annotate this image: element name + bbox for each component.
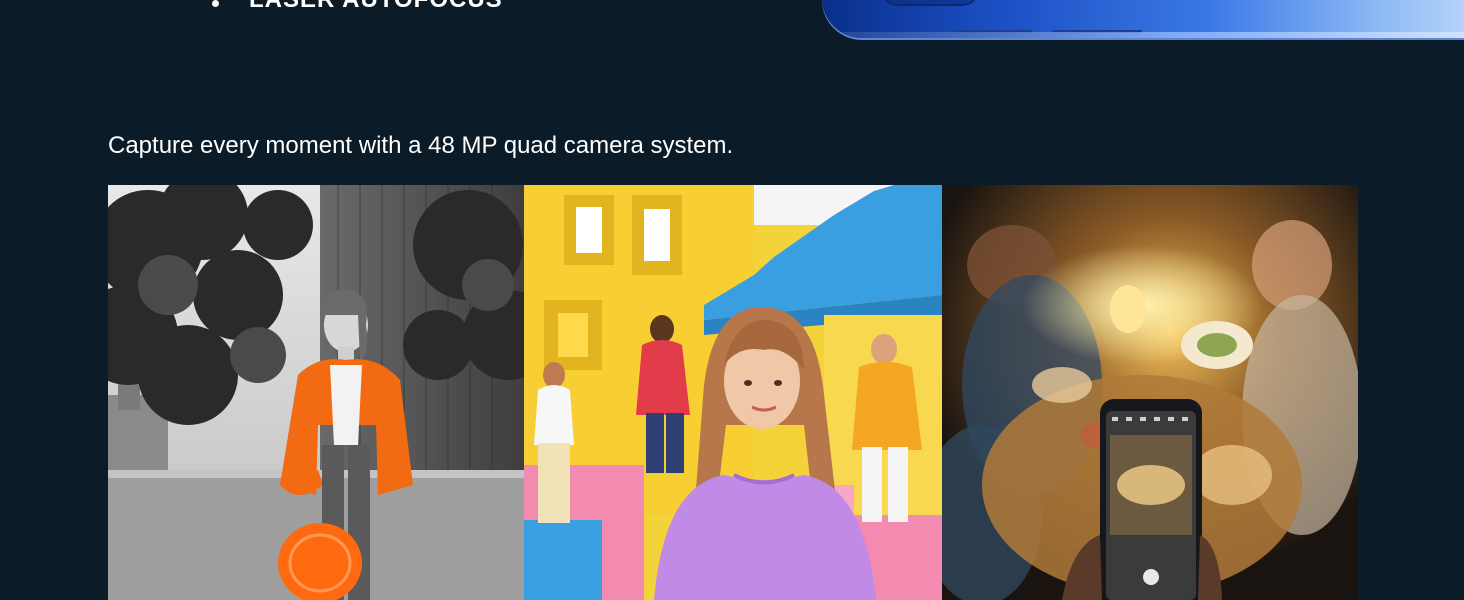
- photo-night-vision-dinner: [942, 185, 1358, 600]
- feature-bullet-laser-autofocus: LASER AUTOFOCUS: [212, 0, 503, 14]
- feature-bullet-text: LASER AUTOFOCUS: [249, 0, 503, 14]
- phone-button: [952, 30, 1032, 33]
- bullet-dot-icon: [212, 0, 219, 7]
- camera-sample-gallery: [108, 185, 1358, 600]
- photo-portrait-mode-group: [524, 185, 942, 600]
- phone-button: [1052, 30, 1142, 33]
- photo-selective-color-portrait: [108, 185, 524, 600]
- phone-camera-bump: [880, 0, 980, 6]
- camera-headline: Capture every moment with a 48 MP quad c…: [108, 132, 734, 159]
- phone-bottom-edge-image: [822, 0, 1464, 38]
